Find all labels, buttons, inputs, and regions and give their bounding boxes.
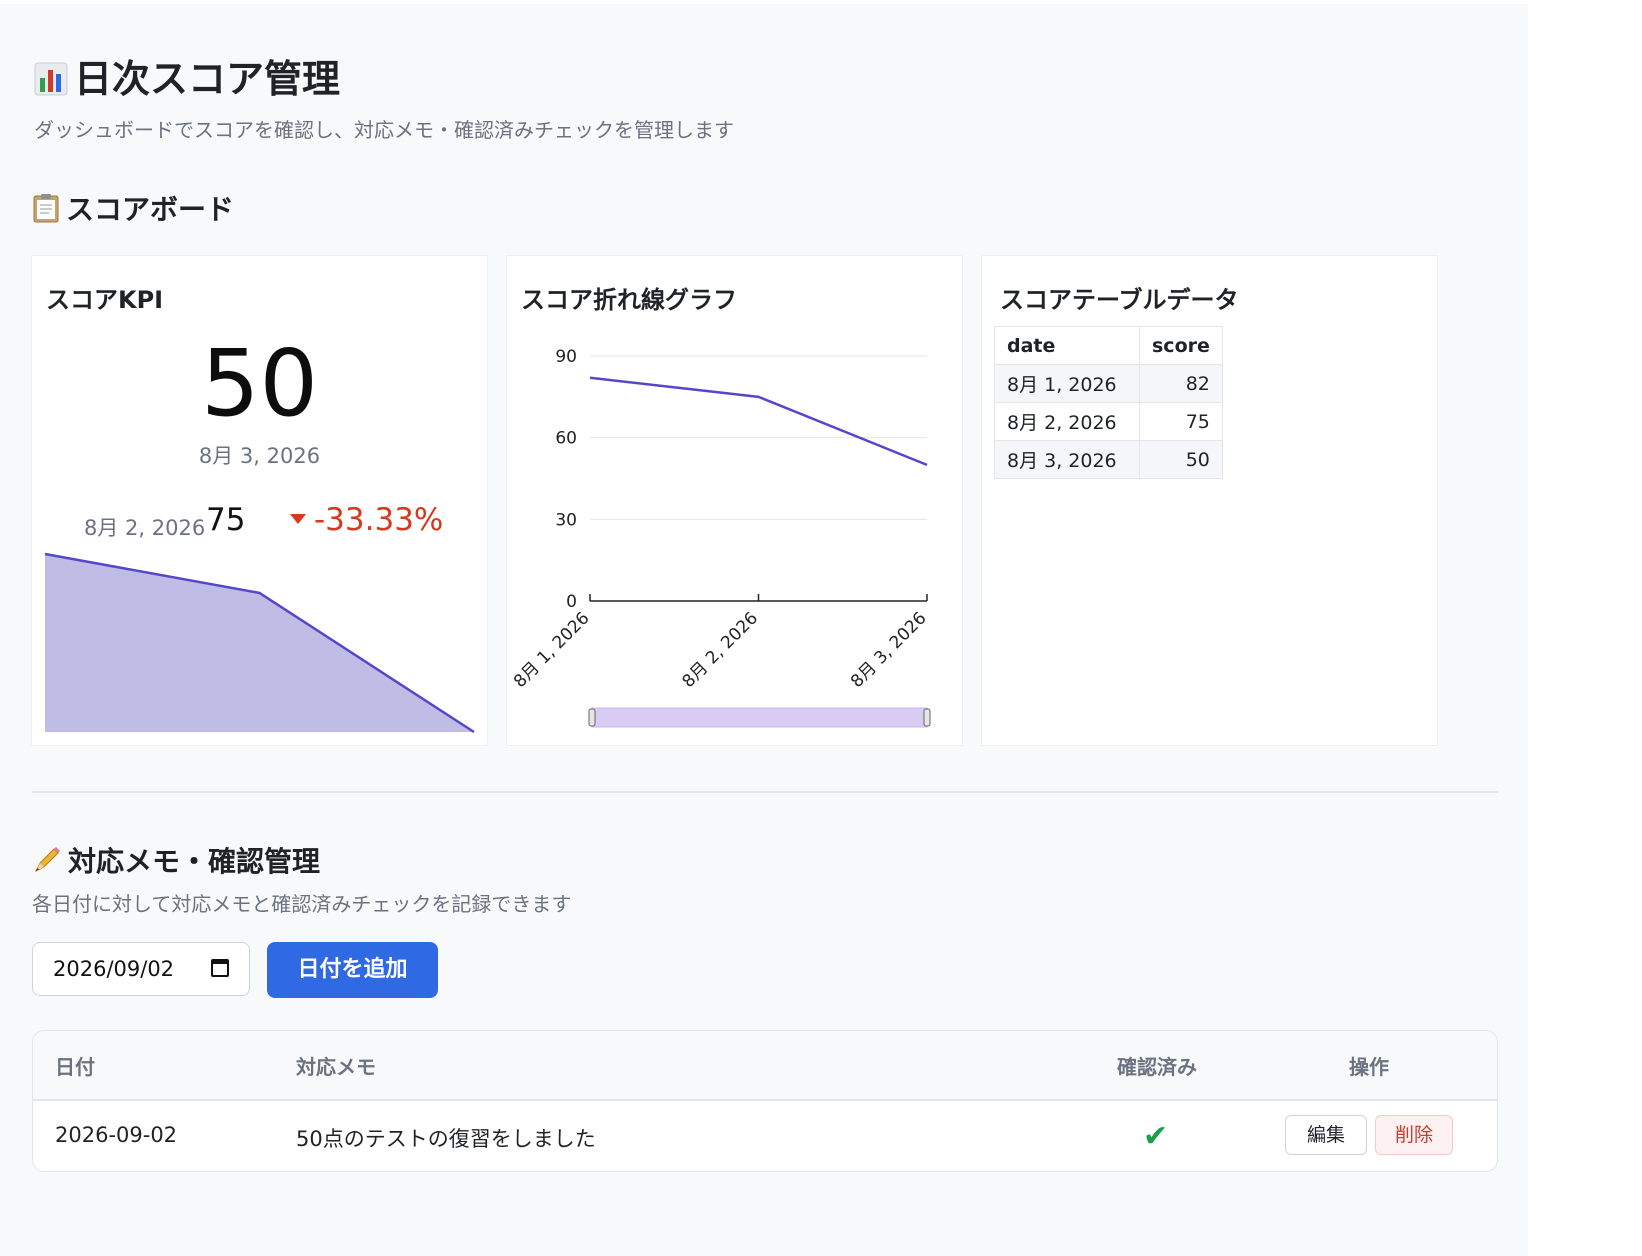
- down-arrow-icon: [290, 514, 306, 524]
- section-divider: [32, 791, 1498, 793]
- edit-button[interactable]: 編集: [1285, 1115, 1367, 1155]
- range-slider-handle: [588, 708, 596, 727]
- range-slider-track: [591, 707, 928, 728]
- page-title-text: 日次スコア管理: [74, 57, 341, 101]
- calendar-icon[interactable]: [211, 959, 229, 977]
- x-tick-label: 8月 2, 2026: [679, 608, 763, 692]
- col-header-checked: 確認済み: [1117, 1055, 1197, 1079]
- cell-score: 50: [1139, 440, 1223, 479]
- y-tick-label: 60: [555, 429, 577, 449]
- kpi-date: 8月 3, 2026: [198, 444, 321, 468]
- date-input-value: 2026/09/02: [53, 957, 175, 981]
- page: 日次スコア管理 ダッシュボードでスコアを確認し、対応メモ・確認済みチェックを管理…: [0, 4, 1528, 1256]
- score-table: date score 8月 1, 2026 82 8月 2, 2026 75 8…: [994, 326, 1223, 479]
- table-row: 8月 1, 2026 82: [994, 364, 1223, 403]
- col-header-date[interactable]: date: [994, 326, 1140, 365]
- table-row: 8月 2, 2026 75: [994, 402, 1223, 441]
- table-card-title: スコアテーブルデータ: [1000, 286, 1239, 314]
- scoreboard-heading: スコアボード: [32, 188, 234, 228]
- col-header-date: 日付: [55, 1055, 95, 1079]
- y-tick-label: 0: [566, 592, 577, 612]
- kpi-value: 50: [200, 330, 319, 437]
- sparkline-line: [44, 552, 475, 734]
- kpi-title: スコアKPI: [46, 286, 164, 314]
- col-header-actions: 操作: [1349, 1055, 1389, 1079]
- range-slider-handle: [923, 708, 931, 727]
- add-date-button[interactable]: 日付を追加: [267, 942, 438, 998]
- cell-date: 8月 1, 2026: [994, 364, 1140, 403]
- memo-table: 日付 対応メモ 確認済み 操作 2026-09-02 50点のテストの復習をしま…: [32, 1030, 1498, 1172]
- clipboard-icon: [32, 194, 60, 226]
- memo-description: 各日付に対して対応メモと確認済みチェックを記録できます: [32, 892, 572, 916]
- kpi-delta: -33.33%: [314, 502, 444, 538]
- pencil-icon: [32, 847, 62, 878]
- delete-button[interactable]: 削除: [1375, 1115, 1453, 1155]
- memo-heading: 対応メモ・確認管理: [32, 840, 320, 880]
- y-tick-label: 30: [555, 510, 577, 530]
- cell-date: 8月 3, 2026: [994, 440, 1140, 479]
- date-input[interactable]: 2026/09/02: [32, 942, 250, 996]
- line-chart-card: スコア折れ線グラフ 0 30 60 90 8月 1, 2026 8月 2, 2026 8月 …: [507, 256, 962, 745]
- checkmark-icon[interactable]: ✔: [1143, 1119, 1168, 1154]
- cell-date: 8月 2, 2026: [994, 402, 1140, 441]
- x-tick-label: 8月 1, 2026: [510, 608, 594, 692]
- page-title: 日次スコア管理: [34, 48, 340, 103]
- kpi-prev-date: 8月 2, 2026: [84, 516, 206, 540]
- scoreboard-heading-text: スコアボード: [66, 193, 235, 226]
- kpi-card: スコアKPI 50 8月 3, 2026 8月 2, 2026 75 -33.3…: [32, 256, 487, 745]
- col-header-score[interactable]: score: [1139, 326, 1223, 365]
- memo-heading-text: 対応メモ・確認管理: [68, 845, 321, 878]
- col-header-memo: 対応メモ: [296, 1055, 376, 1079]
- bar-chart-icon: [34, 62, 68, 99]
- series-line: [589, 376, 928, 467]
- page-subtitle: ダッシュボードでスコアを確認し、対応メモ・確認済みチェックを管理します: [34, 118, 734, 142]
- cell-score: 75: [1139, 402, 1223, 441]
- kpi-prev-value: 75: [206, 502, 246, 538]
- row-memo[interactable]: 50点のテストの復習をしました: [296, 1123, 596, 1153]
- line-chart[interactable]: 0 30 60 90 8月 1, 2026 8月 2, 2026 8月 3, 2026: [507, 256, 962, 745]
- row-date: 2026-09-02: [55, 1123, 178, 1147]
- table-row: 8月 3, 2026 50: [994, 440, 1223, 479]
- sparkline-area: [45, 554, 474, 732]
- x-tick-label: 8月 3, 2026: [847, 608, 931, 692]
- table-card: スコアテーブルデータ date score 8月 1, 2026 82 8月 2…: [982, 256, 1437, 745]
- y-tick-label: 90: [555, 347, 577, 367]
- memo-table-header: 日付 対応メモ 確認済み 操作: [33, 1031, 1497, 1101]
- cell-score: 82: [1139, 364, 1223, 403]
